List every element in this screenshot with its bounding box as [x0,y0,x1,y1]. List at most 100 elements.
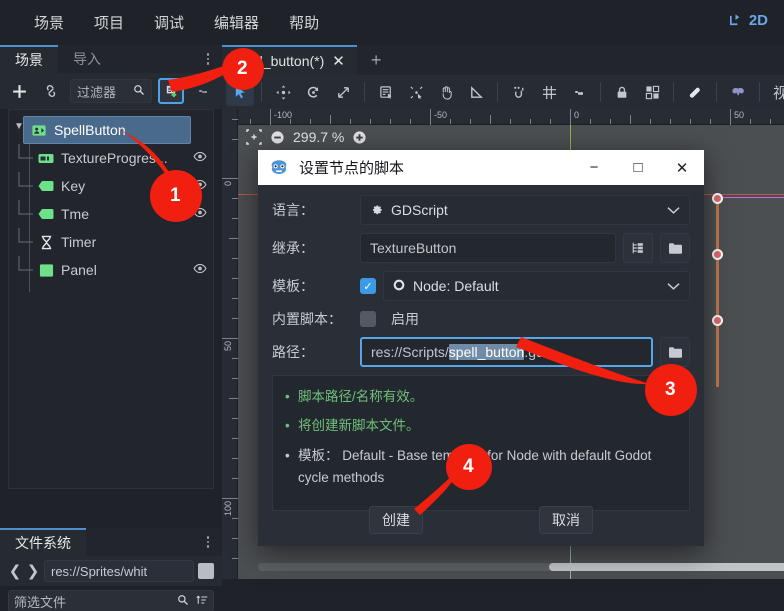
path-label: 路径： [272,344,314,360]
tree-node-label: SpellButton [54,122,126,138]
filesystem-filter-input[interactable]: 筛选文件 [8,590,214,611]
pivot-tool-icon[interactable] [462,78,490,106]
scene-tab-label: spell_button(*) [234,53,325,69]
scene-dock-tabs: 场景 导入 [0,45,222,73]
snap-options-icon[interactable] [565,78,593,106]
zoom-in-button[interactable] [352,130,367,145]
menu-help[interactable]: 帮助 [277,6,331,39]
inherits-input[interactable]: TextureButton [360,233,616,263]
selection-handle-top[interactable] [712,193,723,204]
attach-script-button[interactable] [158,78,184,104]
visibility-toggle-icon[interactable] [193,206,207,223]
choose-base-type-button[interactable] [623,233,653,263]
list-select-icon[interactable] [372,78,400,106]
editor-mode-indicator[interactable]: 2D [728,12,768,29]
instance-scene-button[interactable] [38,78,64,104]
minimize-icon[interactable]: − [572,150,616,185]
menu-project[interactable]: 项目 [82,6,136,39]
tree-node-panel[interactable]: Panel [9,256,213,284]
snap-mode-icon[interactable] [505,78,533,106]
bullet-icon: • [285,447,290,463]
filesystem-dock: 文件系统 ❮ ❯ res://Sprites/whit 筛选文件 [0,528,222,611]
language-select[interactable]: GDScript [360,195,690,225]
chevron-down-icon [667,278,680,294]
visibility-toggle-icon[interactable] [193,178,207,195]
group-icon[interactable] [638,78,666,106]
forward-icon[interactable]: ❯ [26,562,40,580]
tree-node-textureprogress[interactable]: TextureProgres... [9,144,213,172]
move-tool-icon[interactable] [269,78,297,106]
path-input[interactable]: res://Scripts/spell_button .gd [360,337,653,367]
add-scene-tab-button[interactable]: + [356,45,396,75]
tab-filesystem[interactable]: 文件系统 [0,528,86,556]
mode-2d-icon [728,13,743,28]
template-select[interactable]: Node: Default [383,271,690,301]
mode-2d-label: 2D [748,12,768,29]
control-node-icon [30,122,48,138]
menu-editor[interactable]: 编辑器 [202,6,271,39]
tab-scene[interactable]: 场景 [0,45,58,73]
tree-node-spellbutton[interactable]: SpellButton [23,116,191,144]
tab-import[interactable]: 导入 [58,45,116,73]
ruler-tool-icon[interactable] [402,78,430,106]
sort-icon[interactable] [196,594,208,609]
maximize-icon[interactable]: □ [616,150,660,185]
scene-filter-text: 过滤器 [77,84,117,100]
info-text: 将创建新脚本文件。 [298,418,420,434]
visibility-toggle-icon[interactable] [193,150,207,167]
selection-outline-horizontal [716,197,784,198]
browse-base-script-button[interactable] [660,233,690,263]
tree-node-label: TextureProgres... [61,150,168,166]
scale-tool-icon[interactable] [329,78,357,106]
pan-tool-icon[interactable] [432,78,460,106]
tree-node-timer[interactable]: Timer [9,228,213,256]
fit-to-view-icon[interactable] [246,129,262,145]
menu-debug[interactable]: 调试 [142,6,196,39]
zoom-level-label[interactable]: 299.7 % [293,129,344,145]
filesystem-path[interactable]: res://Sprites/whit [44,560,194,582]
visibility-toggle-icon[interactable] [193,262,207,279]
tree-collapse-arrow-icon[interactable]: ▼ [14,121,24,132]
add-node-button[interactable] [6,78,32,104]
close-icon[interactable]: ✕ [332,52,345,70]
selection-handle-bottom[interactable] [712,315,723,326]
selection-handle-middle[interactable] [712,249,723,260]
skeleton-icon[interactable] [724,78,752,106]
menu-scene[interactable]: 场景 [22,6,76,39]
canvas-horizontal-scrollbar[interactable] [258,563,784,571]
scene-dock-menu-button[interactable] [200,49,216,69]
path-prefix: res://Scripts/ [371,344,449,360]
template-checkbox[interactable]: ✓ [360,278,376,294]
filesystem-navbar: ❮ ❯ res://Sprites/whit [0,556,222,586]
create-button[interactable]: 创建 [369,506,423,534]
zoom-out-button[interactable] [270,130,285,145]
chevron-down-icon [667,202,680,218]
tree-node-key[interactable]: Key [9,172,213,200]
inherits-value: TextureButton [370,240,457,256]
scene-tree-options-button[interactable] [190,78,216,104]
template-row: 模板： ✓ Node: Default [272,271,690,301]
scene-filter-input[interactable]: 过滤器 [70,79,152,103]
close-icon[interactable]: ✕ [660,150,704,185]
view-menu-label[interactable]: 视 [767,82,784,103]
template-circle-icon [393,278,405,294]
cancel-button[interactable]: 取消 [539,506,593,534]
bone-icon[interactable] [681,78,709,106]
back-icon[interactable]: ❮ [8,562,22,580]
horizontal-ruler: -100 -50 0 50 [222,109,784,125]
filesystem-dock-menu-button[interactable] [200,532,216,552]
lock-icon[interactable] [608,78,636,106]
label-icon [37,178,55,194]
tree-node-tme[interactable]: Tme [9,200,213,228]
grid-snap-icon[interactable] [535,78,563,106]
filesystem-path-text: res://Sprites/whit [51,563,148,579]
select-tool-icon[interactable] [226,78,254,106]
rotate-tool-icon[interactable] [299,78,327,106]
filesystem-toggle-split-icon[interactable] [198,563,214,579]
godot-logo-icon [269,159,289,177]
scene-tab-spell-button[interactable]: spell_button(*) ✕ [222,45,357,75]
builtin-script-checkbox[interactable] [360,311,376,327]
scrollbar-thumb[interactable] [548,563,784,571]
language-row: 语言： GDScript [272,195,690,225]
browse-path-button[interactable] [660,337,690,367]
